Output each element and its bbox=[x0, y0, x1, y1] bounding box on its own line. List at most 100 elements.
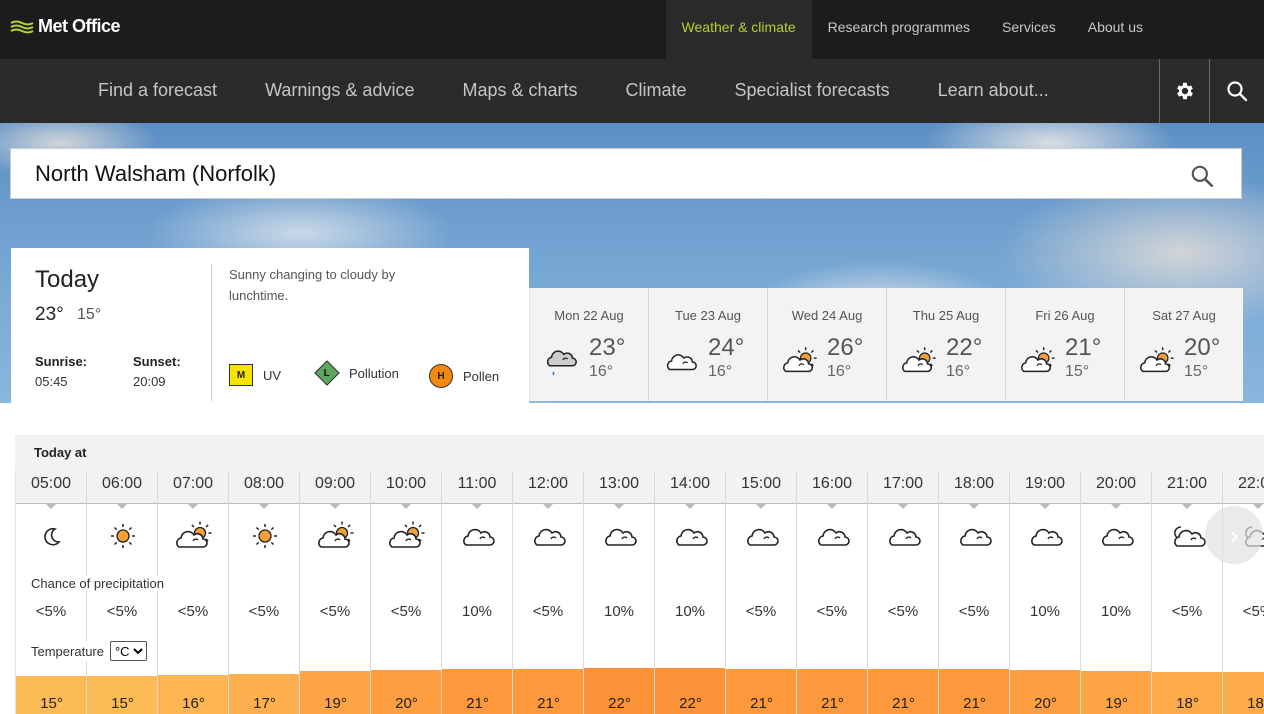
day-date: Thu 25 Aug bbox=[912, 308, 980, 323]
temperature-bar: 22° bbox=[584, 667, 655, 714]
precipitation-chance: 10% bbox=[603, 603, 635, 620]
uv-indicator[interactable]: M UV bbox=[229, 364, 281, 386]
caret-down-icon bbox=[401, 504, 411, 509]
settings-button[interactable] bbox=[1159, 59, 1210, 123]
precipitation-chance: <5% bbox=[887, 603, 919, 620]
today-title: Today bbox=[35, 266, 100, 293]
day-high-temp: 26° bbox=[827, 334, 864, 361]
partly-cloudy-night-icon bbox=[1169, 521, 1207, 551]
main-nav-learn-about[interactable]: Learn about... bbox=[914, 59, 1073, 123]
hour-column: 12:00 <5% 21° bbox=[512, 471, 584, 714]
caret-down-icon bbox=[1253, 504, 1263, 509]
day-tab[interactable]: Tue 23 Aug 24° 16° bbox=[648, 288, 767, 401]
temperature-value: 15° bbox=[111, 695, 134, 712]
day-low-temp: 16° bbox=[827, 363, 852, 380]
precipitation-chance: <5% bbox=[745, 603, 777, 620]
next-hours-button[interactable]: › bbox=[1205, 506, 1263, 564]
pollen-label: Pollen bbox=[463, 368, 500, 384]
temperature-bar: 21° bbox=[939, 668, 1010, 714]
temperature-bar: 16° bbox=[158, 674, 229, 714]
top-nav-research-programmes[interactable]: Research programmes bbox=[812, 0, 986, 59]
day-tab[interactable]: Thu 25 Aug 22° 16° bbox=[886, 288, 1005, 401]
today-high-temp: 23° bbox=[35, 304, 64, 325]
day-high-temp: 21° bbox=[1065, 334, 1102, 361]
hour-column: 08:00 <5% 17° bbox=[228, 471, 300, 714]
hour-column: 10:00 <5% 20° bbox=[370, 471, 442, 714]
temperature-unit-select[interactable]: °C bbox=[109, 641, 147, 661]
temperature-bar: 21° bbox=[797, 668, 868, 714]
cloud-icon bbox=[885, 521, 923, 551]
day-low-temp: 16° bbox=[946, 363, 971, 380]
hour-time: 07:00 bbox=[172, 475, 214, 492]
hour-time: 16:00 bbox=[811, 475, 853, 492]
temperature-value: 19° bbox=[1105, 695, 1128, 712]
hour-time: 06:00 bbox=[101, 475, 143, 492]
hour-column: 06:00 <5% 15° bbox=[86, 471, 158, 714]
precipitation-chance: <5% bbox=[35, 603, 67, 620]
precipitation-chance: <5% bbox=[1242, 603, 1264, 620]
hour-column: 15:00 <5% 21° bbox=[725, 471, 797, 714]
today-low-temp: 15° bbox=[77, 306, 102, 323]
day-low-temp: 16° bbox=[708, 363, 733, 380]
hour-column: 14:00 10% 22° bbox=[654, 471, 726, 714]
hour-column: 16:00 <5% 21° bbox=[796, 471, 868, 714]
sunny-intervals-icon bbox=[782, 346, 817, 376]
sunny-intervals-icon bbox=[317, 521, 355, 551]
cloud-icon bbox=[956, 521, 994, 551]
caret-down-icon bbox=[1111, 504, 1121, 509]
day-tab[interactable]: Mon 22 Aug 23° 16° bbox=[529, 288, 648, 401]
cloud-icon bbox=[814, 521, 852, 551]
search-icon bbox=[1227, 81, 1248, 102]
cloud-icon bbox=[530, 521, 568, 551]
gear-icon bbox=[1177, 82, 1193, 100]
top-nav-about-us[interactable]: About us bbox=[1072, 0, 1159, 59]
caret-down-icon bbox=[330, 504, 340, 509]
temperature-bar: 17° bbox=[229, 673, 300, 714]
day-tab[interactable]: Fri 26 Aug 21° 15° bbox=[1005, 288, 1124, 401]
uv-level-badge: M bbox=[229, 364, 253, 386]
caret-down-icon bbox=[188, 504, 198, 509]
cloud-icon bbox=[672, 521, 710, 551]
location-search-button[interactable] bbox=[1189, 163, 1215, 194]
met-office-logo[interactable]: Met Office bbox=[10, 16, 121, 37]
pollution-indicator[interactable]: L Pollution bbox=[314, 360, 399, 386]
sunny-intervals-icon bbox=[175, 521, 213, 551]
main-nav-specialist-forecasts[interactable]: Specialist forecasts bbox=[711, 59, 914, 123]
sunny-intervals-icon bbox=[1020, 346, 1055, 376]
day-tab[interactable]: Sat 27 Aug 20° 15° bbox=[1124, 288, 1243, 401]
caret-down-icon bbox=[827, 504, 837, 509]
today-summary-card[interactable]: Today 23° 15° Sunrise: 05:45 Sunset: 20:… bbox=[11, 248, 529, 403]
day-high-temp: 20° bbox=[1184, 334, 1221, 361]
main-nav-climate[interactable]: Climate bbox=[602, 59, 711, 123]
precipitation-chance: <5% bbox=[177, 603, 209, 620]
day-date: Wed 24 Aug bbox=[791, 308, 863, 323]
precipitation-chance: <5% bbox=[532, 603, 564, 620]
temperature-bar: 21° bbox=[442, 668, 513, 714]
pollen-indicator[interactable]: H Pollen bbox=[429, 364, 499, 388]
caret-down-icon bbox=[46, 504, 56, 509]
sunny-intervals-icon bbox=[388, 521, 426, 551]
top-nav-services[interactable]: Services bbox=[986, 0, 1072, 59]
hour-time: 15:00 bbox=[740, 475, 782, 492]
main-nav-maps-charts[interactable]: Maps & charts bbox=[438, 59, 601, 123]
site-search-button[interactable] bbox=[1209, 59, 1264, 123]
sunny-intervals-icon bbox=[901, 346, 936, 376]
main-nav-warnings-advice[interactable]: Warnings & advice bbox=[241, 59, 438, 123]
top-nav-weather-climate[interactable]: Weather & climate bbox=[665, 0, 812, 59]
sunny-intervals-icon bbox=[1139, 346, 1174, 376]
logo-icon bbox=[10, 20, 34, 33]
day-date: Tue 23 Aug bbox=[674, 308, 741, 323]
sunrise-time: 05:45 bbox=[35, 374, 68, 389]
divider bbox=[211, 264, 212, 401]
location-search-input[interactable] bbox=[35, 157, 1135, 191]
caret-down-icon bbox=[1040, 504, 1050, 509]
precipitation-chance: <5% bbox=[106, 603, 138, 620]
caret-down-icon bbox=[614, 504, 624, 509]
clear-night-icon bbox=[33, 521, 71, 551]
cloud-icon bbox=[1098, 521, 1136, 551]
day-tab[interactable]: Wed 24 Aug 26° 16° bbox=[767, 288, 886, 401]
temperature-bar: 21° bbox=[513, 668, 584, 714]
temperature-bar: 18° bbox=[1152, 672, 1223, 714]
precipitation-chance: 10% bbox=[461, 603, 493, 620]
main-nav-find-a-forecast[interactable]: Find a forecast bbox=[74, 59, 241, 123]
